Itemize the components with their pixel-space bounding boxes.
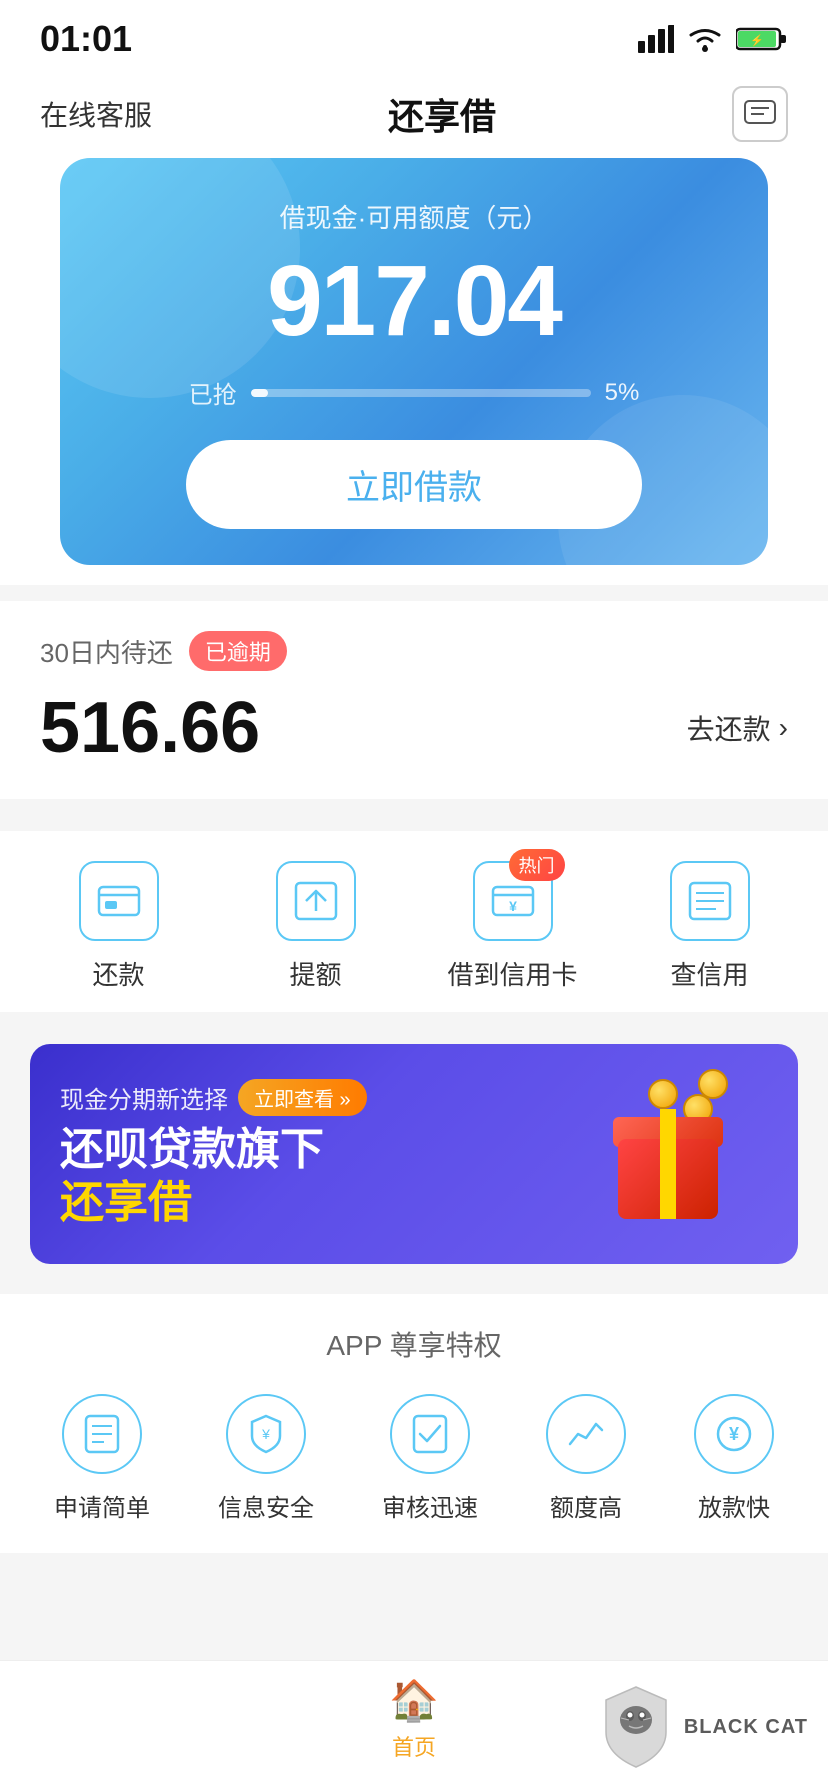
nav-title: 还享借 <box>388 88 496 140</box>
action-repay-label: 还款 <box>92 955 144 992</box>
banner-check-button[interactable]: 立即查看 » <box>238 1079 367 1116</box>
action-creditcheck[interactable]: 查信用 <box>611 861 808 992</box>
features-section: APP 尊享特权 申请简单 ¥ 信息安全 <box>0 1294 828 1553</box>
banner-top-text: 现金分期新选择 立即查看 » <box>60 1079 568 1116</box>
feature-security-icon: ¥ <box>226 1394 306 1474</box>
message-button[interactable] <box>732 86 788 142</box>
battery-icon: ⚡ <box>736 25 788 53</box>
action-creditcard[interactable]: 热门 ¥ 借到信用卡 <box>414 861 611 992</box>
hero-card: 借现金·可用额度（元） 917.04 已抢 5% 立即借款 <box>60 158 768 565</box>
progress-bar <box>251 389 591 397</box>
action-creditcheck-label: 查信用 <box>670 955 748 992</box>
borrow-button[interactable]: 立即借款 <box>186 440 642 529</box>
hero-progress-row: 已抢 5% <box>90 375 738 410</box>
features-title: APP 尊享特权 <box>20 1324 808 1364</box>
feature-security-label: 信息安全 <box>218 1488 314 1523</box>
blackcat-text: BLACK CAT <box>684 1716 808 1739</box>
svg-text:¥: ¥ <box>729 1424 739 1444</box>
repay-action-label: 去还款 <box>687 708 771 748</box>
gift-ribbon <box>660 1109 676 1219</box>
hero-subtitle: 借现金·可用额度（元） <box>90 198 738 235</box>
svg-text:¥: ¥ <box>509 898 517 914</box>
upgrade-icon <box>294 881 338 921</box>
feature-fast-label: 放款快 <box>698 1488 770 1523</box>
repay-action-button[interactable]: 去还款 › <box>687 708 788 748</box>
quick-actions: 还款 提额 热门 ¥ 借到信用卡 <box>0 831 828 1012</box>
feature-audit: 审核迅速 <box>382 1394 478 1523</box>
coin1 <box>648 1079 678 1109</box>
blackcat-watermark: BLACK CAT <box>596 1682 808 1772</box>
wifi-icon <box>686 25 724 53</box>
credit-check-icon <box>688 881 732 921</box>
banner-illustration <box>568 1074 768 1234</box>
feature-fast-icon: ¥ <box>694 1394 774 1474</box>
progress-pct: 5% <box>605 379 640 407</box>
repay-row: 516.66 去还款 › <box>40 687 788 769</box>
action-repay[interactable]: 还款 <box>20 861 217 992</box>
feature-apply-label: 申请简单 <box>54 1488 150 1523</box>
overdue-badge: 已逾期 <box>189 631 287 671</box>
feature-quota-label: 额度高 <box>550 1488 622 1523</box>
promo-banner[interactable]: 现金分期新选择 立即查看 » 还呗贷款旗下 还享借 <box>30 1044 798 1264</box>
feature-apply: 申请简单 <box>54 1394 150 1523</box>
home-icon: 🏠 <box>389 1677 439 1724</box>
nav-bar: 在线客服 还享借 <box>0 70 828 158</box>
action-upgrade-label: 提额 <box>289 955 341 992</box>
feature-security: ¥ 信息安全 <box>218 1394 314 1523</box>
progress-bar-fill <box>251 389 268 397</box>
repay-icon <box>97 883 141 919</box>
repay-amount: 516.66 <box>40 687 260 769</box>
repay-label: 30日内待还 <box>40 633 173 670</box>
features-row: 申请简单 ¥ 信息安全 审核迅速 <box>20 1394 808 1523</box>
banner-main-text: 还呗贷款旗下 还享借 <box>60 1124 568 1230</box>
banner-left: 现金分期新选择 立即查看 » 还呗贷款旗下 还享借 <box>60 1079 568 1230</box>
creditcard-icon-wrap: 热门 ¥ <box>473 861 553 941</box>
chevron-right-icon: › <box>779 712 788 744</box>
upgrade-icon-wrap <box>276 861 356 941</box>
creditcard-icon: ¥ <box>491 883 535 919</box>
home-label: 首页 <box>392 1730 436 1762</box>
action-creditcard-label: 借到信用卡 <box>447 955 577 992</box>
progress-label: 已抢 <box>189 375 237 410</box>
hero-amount: 917.04 <box>90 251 738 351</box>
signal-icon <box>638 25 674 53</box>
creditcheck-icon-wrap <box>670 861 750 941</box>
svg-text:⚡: ⚡ <box>750 34 764 47</box>
feature-quota: 额度高 <box>546 1394 626 1523</box>
gift-box <box>598 1089 738 1219</box>
repay-icon-wrap <box>79 861 159 941</box>
gap3 <box>0 1028 828 1044</box>
gap1 <box>0 585 828 601</box>
repay-card: 30日内待还 已逾期 516.66 去还款 › <box>0 601 828 799</box>
hot-badge: 热门 <box>509 849 565 881</box>
status-time: 01:01 <box>40 18 132 60</box>
message-icon <box>744 100 776 128</box>
coin3 <box>698 1069 728 1099</box>
blackcat-shield-icon <box>596 1682 676 1772</box>
svg-text:¥: ¥ <box>261 1426 270 1442</box>
feature-audit-icon <box>390 1394 470 1474</box>
feature-apply-icon <box>62 1394 142 1474</box>
repay-header: 30日内待还 已逾期 <box>40 631 788 671</box>
status-bar: 01:01 ⚡ <box>0 0 828 70</box>
feature-fast: ¥ 放款快 <box>694 1394 774 1523</box>
status-icons: ⚡ <box>638 25 788 53</box>
nav-left-label[interactable]: 在线客服 <box>40 94 152 134</box>
action-upgrade[interactable]: 提额 <box>217 861 414 992</box>
feature-audit-label: 审核迅速 <box>382 1488 478 1523</box>
gap2 <box>0 815 828 831</box>
feature-quota-icon <box>546 1394 626 1474</box>
